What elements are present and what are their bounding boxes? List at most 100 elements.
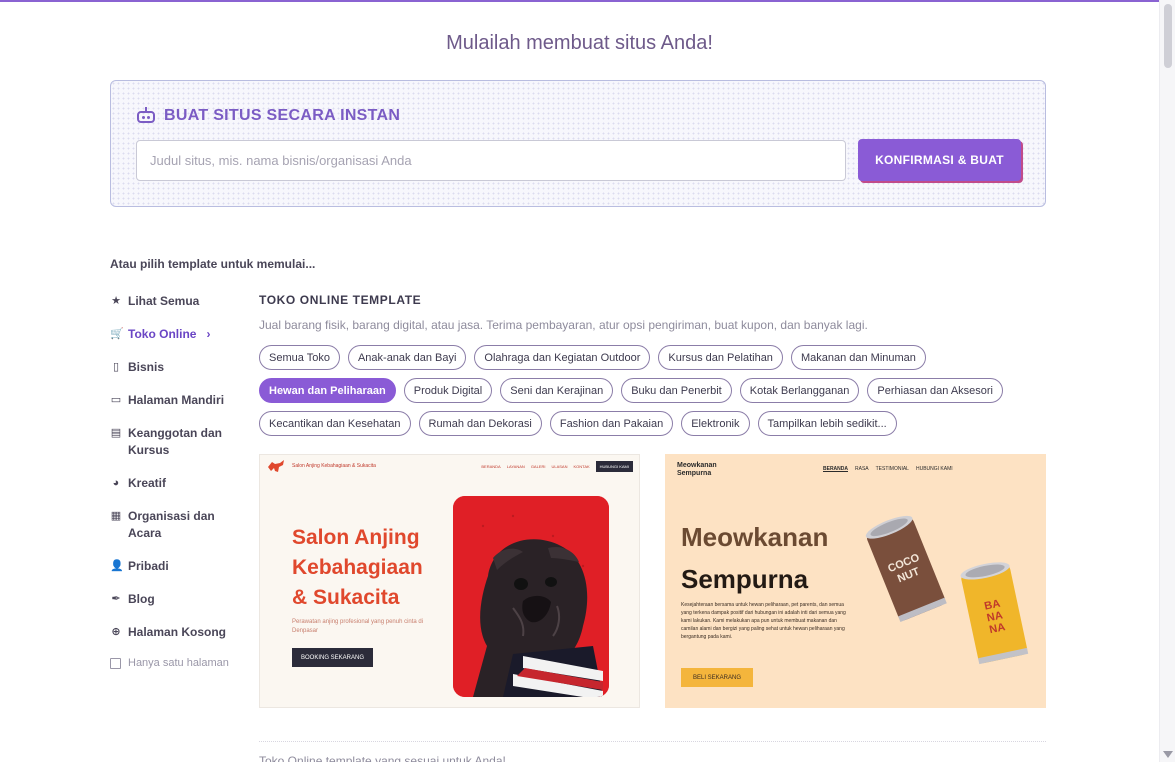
show-less-tags-button[interactable]: Tampilkan lebih sedikit... <box>757 411 897 436</box>
sidebar-item-organisasi[interactable]: ▦ Organisasi dan Acara <box>110 508 240 542</box>
tag-produk-digital[interactable]: Produk Digital <box>403 378 493 403</box>
id-card-icon: ▤ <box>110 427 122 439</box>
sidebar-item-blog[interactable]: ✒ Blog <box>110 591 240 608</box>
coconut-can-image: COCONUT <box>865 515 947 622</box>
page-scrollbar[interactable] <box>1159 0 1175 762</box>
sidebar-item-toko-online[interactable]: 🛒 Toko Online › <box>110 326 240 343</box>
template-nav-link: HUBUNGI KAMI <box>915 466 953 472</box>
template-nav-link: BERANDA <box>481 463 501 469</box>
tag-anak-anak[interactable]: Anak-anak dan Bayi <box>347 345 467 370</box>
plus-circle-icon: ⊕ <box>111 626 121 638</box>
clipboard-icon: ▯ <box>112 361 120 373</box>
brand-line: Sempurna <box>677 470 712 477</box>
confirm-create-button[interactable]: KONFIRMASI & BUAT <box>858 139 1021 181</box>
cart-icon: 🛒 <box>110 328 124 340</box>
template-nav-link: GALERI <box>530 463 546 469</box>
tag-kotak[interactable]: Kotak Berlangganan <box>739 378 860 403</box>
single-page-checkbox[interactable] <box>110 657 121 669</box>
sidebar-item-kreatif[interactable]: ◕ Kreatif <box>110 475 240 492</box>
chevron-right-icon: › <box>206 327 211 341</box>
footer-cutoff-text: Toko Online template yang sesuai untuk A… <box>259 754 506 762</box>
palette-icon: ◕ <box>112 477 120 489</box>
tag-kecantikan[interactable]: Kecantikan dan Kesehatan <box>259 411 411 436</box>
template-nav-links: BERANDA LAYANAN GALERI ULASAN KONTAK HUB… <box>481 460 633 472</box>
sidebar-item-label: Halaman Mandiri <box>128 393 225 407</box>
user-icon: 👤 <box>110 560 124 572</box>
tag-makanan[interactable]: Makanan dan Minuman <box>790 345 926 370</box>
template-nav-button: HUBUNGI KAMI <box>595 460 633 472</box>
template-brand: Salon Anjing Kebahagiaan & Sukacita <box>292 463 376 469</box>
tag-hewan[interactable]: Hewan dan Peliharaan <box>259 378 396 403</box>
pug-photo <box>453 496 609 697</box>
tag-semua-toko[interactable]: Semua Toko <box>259 345 340 370</box>
template-headline: Salon Anjing Kebahagiaan & Sukacita <box>292 523 423 613</box>
sidebar-item-label: Blog <box>128 592 155 606</box>
tag-fashion[interactable]: Fashion dan Pakaian <box>549 411 674 436</box>
section-divider <box>259 741 1046 742</box>
template-cta: BOOKING SEKARANG <box>292 648 373 667</box>
tag-rumah[interactable]: Rumah dan Dekorasi <box>418 411 542 436</box>
template-nav-links: BERANDA RASA TESTIMONIAL HUBUNGI KAMI <box>823 466 953 472</box>
subcategory-tags: Semua Toko Anak-anak dan Bayi Olahraga d… <box>259 345 1039 436</box>
star-icon: ★ <box>111 295 121 307</box>
template-subtitle: Perawatan anjing profesional yang penuh … <box>292 619 424 634</box>
template-headline: Meowkanan Sempurna <box>681 516 828 600</box>
calendar-icon: ▦ <box>110 510 122 522</box>
instant-header: BUAT SITUS SECARA INSTAN <box>136 107 400 125</box>
feather-icon: ✒ <box>111 593 121 605</box>
sidebar-item-label: Lihat Semua <box>128 294 200 308</box>
robot-icon <box>136 107 156 125</box>
sidebar-item-halaman-mandiri[interactable]: ▭ Halaman Mandiri <box>110 392 240 409</box>
sidebar-item-label: Organisasi dan Acara <box>128 509 215 540</box>
instant-site-panel: BUAT SITUS SECARA INSTAN KONFIRMASI & BU… <box>110 80 1046 207</box>
template-category-sidebar: ★ Lihat Semua 🛒 Toko Online › ▯ Bisnis ▭… <box>110 293 240 669</box>
brand-line: Meowkanan <box>677 462 717 469</box>
template-nav-link: ULASAN <box>551 463 568 469</box>
page-title: Mulailah membuat situs Anda! <box>446 32 713 54</box>
top-accent-line <box>0 0 1175 2</box>
headline-line: Meowkanan <box>681 522 829 552</box>
template-preview-nav: Meowkanan Sempurna BERANDA RASA TESTIMON… <box>677 462 1037 482</box>
sidebar-item-label: Bisnis <box>128 360 165 374</box>
banana-can-image: BANANA <box>960 562 1029 665</box>
tag-olahraga[interactable]: Olahraga dan Kegiatan Outdoor <box>474 345 651 370</box>
template-nav-link: BERANDA <box>823 466 848 472</box>
template-nav-link: KONTAK <box>573 463 590 469</box>
template-body-text: Kesejahteraan bersama untuk hewan peliha… <box>681 602 846 640</box>
dog-logo-icon <box>266 459 286 473</box>
sidebar-item-bisnis[interactable]: ▯ Bisnis <box>110 359 240 376</box>
category-title: TOKO ONLINE TEMPLATE <box>259 293 422 307</box>
site-title-input[interactable] <box>136 140 846 181</box>
template-nav-link: LAYANAN <box>506 463 525 469</box>
template-brand: Meowkanan Sempurna <box>677 462 717 478</box>
sidebar-item-label: Halaman Kosong <box>128 625 227 639</box>
tag-seni[interactable]: Seni dan Kerajinan <box>500 378 614 403</box>
tag-perhiasan[interactable]: Perhiasan dan Aksesori <box>867 378 1003 403</box>
headline-line: Salon Anjing <box>292 526 420 549</box>
category-description: Jual barang fisik, barang digital, atau … <box>259 318 868 332</box>
sidebar-item-lihat-semua[interactable]: ★ Lihat Semua <box>110 293 240 310</box>
scrollbar-thumb[interactable] <box>1164 4 1172 68</box>
single-page-filter[interactable]: Hanya satu halaman <box>110 657 240 669</box>
template-card-dog-salon[interactable]: Salon Anjing Kebahagiaan & Sukacita BERA… <box>259 454 640 708</box>
template-card-meowkanan[interactable]: Meowkanan Sempurna BERANDA RASA TESTIMON… <box>665 454 1046 708</box>
sidebar-item-label: Pribadi <box>128 559 169 573</box>
single-page-label: Hanya satu halaman <box>128 657 229 669</box>
tag-kursus[interactable]: Kursus dan Pelatihan <box>658 345 783 370</box>
sidebar-item-keanggotan[interactable]: ▤ Keanggotan dan Kursus <box>110 425 240 459</box>
sidebar-item-label: Toko Online <box>128 327 197 341</box>
window-icon: ▭ <box>110 394 122 406</box>
sidebar-item-halaman-kosong[interactable]: ⊕ Halaman Kosong <box>110 624 240 641</box>
tag-elektronik[interactable]: Elektronik <box>681 411 750 436</box>
headline-line: & Sukacita <box>292 586 400 609</box>
headline-line: Sempurna <box>681 564 809 594</box>
template-nav-link: RASA <box>855 466 869 472</box>
template-cta: BELI SEKARANG <box>681 668 753 687</box>
template-preview-nav: Salon Anjing Kebahagiaan & Sukacita BERA… <box>260 455 639 477</box>
tag-buku[interactable]: Buku dan Penerbit <box>621 378 732 403</box>
sidebar-item-label: Keanggotan dan Kursus <box>128 426 223 457</box>
sidebar-item-pribadi[interactable]: 👤 Pribadi <box>110 558 240 575</box>
template-pick-label: Atau pilih template untuk memulai... <box>110 257 316 271</box>
scroll-down-arrow-icon[interactable] <box>1163 751 1173 758</box>
instant-title: BUAT SITUS SECARA INSTAN <box>164 107 401 124</box>
